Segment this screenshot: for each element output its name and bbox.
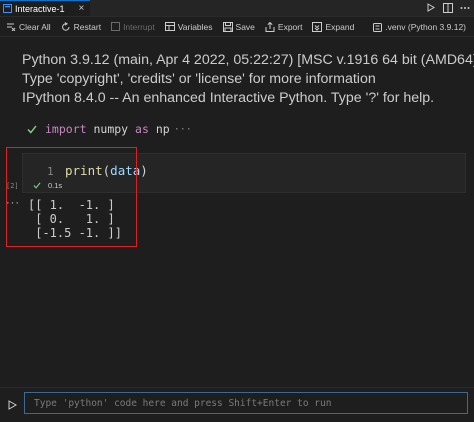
banner-line: Python 3.9.12 (main, Apr 4 2022, 05:22:2… [22, 52, 474, 68]
clear-all-label: Clear All [19, 21, 51, 32]
close-icon[interactable]: × [79, 3, 85, 14]
tab-label: Interactive-1 [15, 3, 65, 14]
export-button[interactable]: Export [265, 21, 303, 32]
save-button[interactable]: Save [222, 21, 255, 32]
run-input-icon[interactable] [7, 399, 18, 410]
clear-all-icon [7, 23, 16, 31]
interactive-window-icon [3, 4, 12, 13]
expand-icon [312, 21, 323, 32]
close-paren: ) [140, 163, 148, 178]
expand-cell-ellipsis[interactable]: ··· [174, 124, 192, 135]
export-label: Export [277, 21, 303, 32]
run-icon[interactable] [425, 2, 436, 13]
interrupt-label: Interrupt [123, 21, 155, 32]
tab-bar: Interactive-1 × [0, 0, 474, 17]
keyword-import: import [45, 122, 87, 136]
banner-line: IPython 8.4.0 -- An enhanced Interactive… [22, 90, 435, 106]
split-editor-icon[interactable] [442, 2, 453, 13]
input-bar: Type 'python' code here and press Shift+… [0, 387, 474, 422]
restart-button[interactable]: Restart [61, 22, 101, 32]
code-input[interactable]: Type 'python' code here and press Shift+… [24, 392, 468, 414]
input-placeholder: Type 'python' code here and press Shift+… [34, 397, 332, 409]
banner-line: Type 'copyright', 'credits' or 'license'… [22, 71, 376, 87]
success-check-icon [27, 125, 39, 134]
restart-label: Restart [73, 21, 102, 32]
save-icon [222, 21, 233, 32]
python-banner: Python 3.9.12 (main, Apr 4 2022, 05:22:2… [22, 51, 474, 108]
module-name: numpy [93, 122, 129, 136]
export-icon [265, 21, 275, 32]
module-alias: np [155, 122, 170, 136]
tab-interactive-1[interactable]: Interactive-1 × [0, 0, 90, 16]
cell-import[interactable]: import numpy as np ··· [27, 121, 192, 137]
highlight-annotation [6, 147, 137, 247]
kernel-picker[interactable]: .venv (Python 3.9.12) [373, 22, 466, 32]
expand-label: Expand [325, 21, 355, 32]
interactive-toolbar: Clear All Restart Interrupt Variables Sa… [0, 17, 474, 37]
expand-button[interactable]: Expand [312, 21, 355, 32]
variables-label: Variables [177, 21, 213, 32]
variables-icon [164, 22, 175, 31]
clear-all-button[interactable]: Clear All [6, 22, 51, 32]
restart-icon [61, 21, 70, 31]
variables-button[interactable]: Variables [164, 21, 213, 32]
kernel-label: .venv (Python 3.9.12) [385, 22, 466, 32]
more-actions-icon[interactable] [459, 2, 470, 13]
save-label: Save [235, 21, 255, 32]
interrupt-button[interactable]: Interrupt [111, 22, 155, 32]
kernel-icon [373, 22, 383, 32]
keyword-as: as [135, 122, 149, 136]
interrupt-icon [111, 22, 121, 31]
